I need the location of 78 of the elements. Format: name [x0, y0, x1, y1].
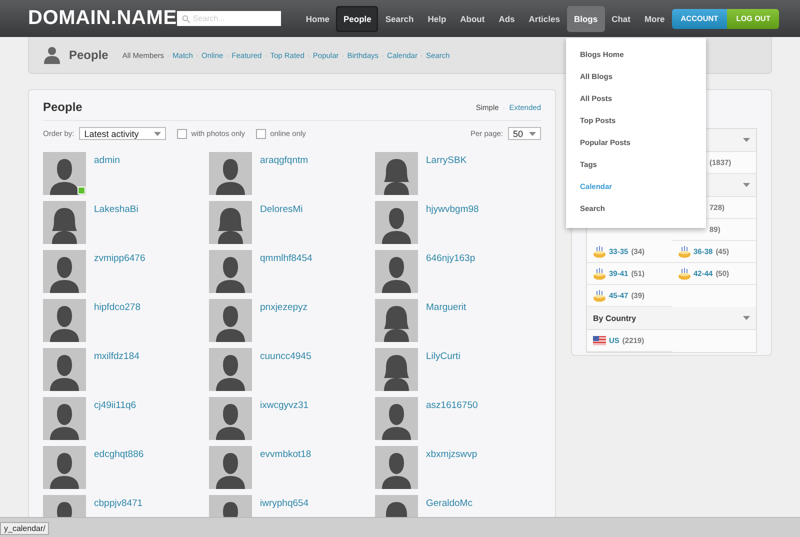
avatar-silhouette-icon[interactable] [209, 397, 252, 440]
checkbox[interactable] [177, 128, 188, 138]
nav-tab[interactable]: Blogs [566, 6, 605, 32]
order-select[interactable]: Latest activity [79, 127, 166, 140]
member-name-link[interactable]: asz1616750 [426, 400, 478, 440]
site-logo[interactable]: DOMAIN.NAME [28, 7, 177, 30]
group-title: By Country [593, 314, 636, 322]
nav-tab[interactable]: Search [378, 6, 421, 32]
caret-icon [154, 132, 162, 136]
avatar-silhouette-icon[interactable] [43, 152, 86, 195]
avatar-silhouette-icon[interactable] [209, 446, 252, 489]
nav-tab[interactable]: Help [420, 6, 454, 32]
panel-title: People [43, 100, 82, 114]
per-page-select[interactable]: 50 [508, 127, 541, 140]
member-name-link[interactable]: edcghqt886 [94, 449, 144, 489]
caret-icon [743, 138, 750, 142]
nav-tab[interactable]: About [453, 6, 492, 32]
member-name-link[interactable]: evvmbkot18 [260, 449, 312, 489]
avatar-silhouette-icon[interactable] [375, 446, 418, 489]
member-name-link[interactable]: pnxjezepyz [260, 302, 308, 342]
section-title: People [69, 48, 108, 62]
nav-tab[interactable]: Home [298, 6, 336, 32]
avatar-silhouette-icon[interactable] [43, 299, 86, 342]
member-name-link[interactable]: Marguerit [426, 302, 466, 342]
member-name-link[interactable]: hipfdco278 [94, 302, 140, 342]
checkbox[interactable] [256, 128, 266, 138]
avatar-silhouette-icon[interactable] [43, 250, 86, 293]
avatar-silhouette-icon[interactable] [43, 446, 86, 489]
member-name-link[interactable]: DeloresMi [260, 204, 303, 244]
nav-tab[interactable]: Articles [522, 6, 567, 32]
member-name-link[interactable]: mxilfdz184 [94, 351, 140, 391]
cake-icon [593, 246, 606, 258]
member-name-link[interactable]: LarrySBK [426, 155, 467, 195]
member-name-link[interactable]: LilyCurti [426, 351, 460, 391]
flag-icon [593, 336, 606, 345]
nav-tab[interactable]: More [637, 6, 672, 32]
member-name-link[interactable]: GeraldoMc [426, 498, 472, 517]
avatar-silhouette-icon[interactable] [209, 299, 252, 342]
status-url: y_calendar/ [0, 522, 50, 535]
avatar-silhouette-icon[interactable] [375, 250, 418, 293]
search-icon [182, 15, 190, 23]
nav-tab[interactable]: Ads [492, 6, 522, 32]
member-name-link[interactable]: cbppjv8471 [94, 498, 143, 517]
avatar-silhouette-icon[interactable] [209, 201, 252, 244]
avatar-silhouette-icon[interactable] [43, 348, 86, 391]
avatar-silhouette-icon[interactable] [375, 152, 418, 195]
cake-icon [593, 290, 606, 302]
member-name-link[interactable]: cj49ii11q6 [94, 400, 136, 440]
caret-icon [529, 132, 536, 136]
avatar-silhouette-icon[interactable] [375, 299, 418, 342]
cake-icon [678, 246, 690, 258]
caret-icon [743, 316, 750, 320]
avatar-silhouette-icon[interactable] [209, 152, 252, 195]
nav-tab[interactable]: People [336, 6, 378, 32]
member-name-link[interactable]: LakeshaBi [94, 204, 138, 244]
member-name-link[interactable]: xbxmjzswvp [426, 449, 478, 489]
group-header[interactable]: By Country [587, 307, 756, 330]
person-icon [43, 46, 61, 64]
cake-icon [678, 268, 690, 280]
avatar-silhouette-icon[interactable] [209, 348, 252, 391]
member-name-link[interactable]: qmmlhf8454 [260, 253, 312, 293]
member-name-link[interactable]: iwryphq654 [260, 498, 309, 517]
member-name-link[interactable]: admin [94, 155, 120, 195]
nav-tab[interactable]: Chat [604, 6, 638, 32]
avatar-silhouette-icon[interactable] [209, 250, 252, 293]
member-name-link[interactable]: 646njy163p [426, 253, 476, 293]
member-name-link[interactable]: zvmipp6476 [94, 253, 146, 293]
member-name-link[interactable]: hjywvbgm98 [426, 204, 479, 244]
member-name-link[interactable]: araqgfqntm [260, 155, 308, 195]
avatar-silhouette-icon[interactable] [43, 201, 86, 244]
caret-icon [743, 183, 750, 187]
avatar-silhouette-icon[interactable] [375, 397, 418, 440]
cake-icon [593, 268, 606, 280]
avatar-silhouette-icon[interactable] [375, 201, 418, 244]
member-name-link[interactable]: ixwcgyvz31 [260, 400, 309, 440]
avatar-silhouette-icon[interactable] [375, 348, 418, 391]
member-name-link[interactable]: cuuncc4945 [260, 351, 312, 391]
avatar-silhouette-icon[interactable] [43, 397, 86, 440]
